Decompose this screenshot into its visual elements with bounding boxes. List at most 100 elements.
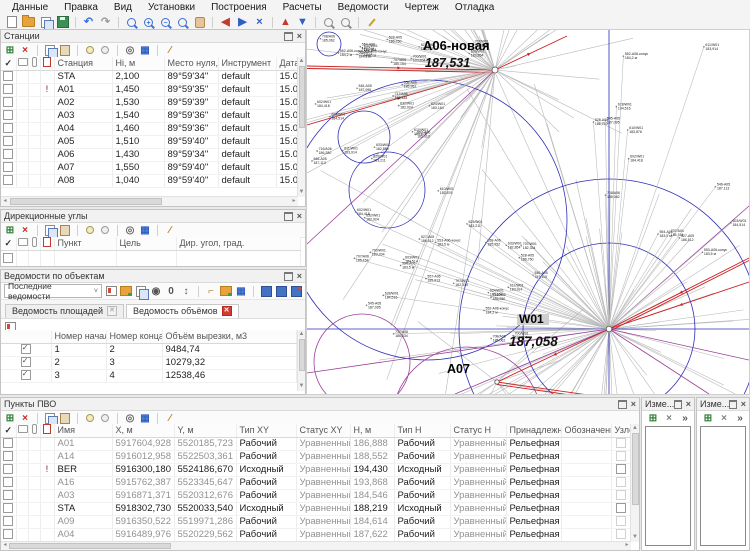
nodes-checkbox[interactable] (616, 477, 626, 487)
preview-icon[interactable]: ◎ (124, 412, 136, 424)
ved-copy-icon[interactable] (135, 285, 147, 297)
close-panel-button[interactable]: × (686, 400, 691, 409)
move-left-icon[interactable]: ◀ (218, 15, 233, 29)
table-row[interactable]: 3412538,46 (1, 369, 296, 382)
menu-4[interactable]: Установки (140, 2, 203, 13)
row-checkbox[interactable] (21, 357, 31, 367)
column-header-9[interactable]: Принадлежность (506, 424, 561, 437)
table-row[interactable]: A051,51089°59'40"default15.09 (1, 135, 298, 148)
row-checkbox[interactable] (3, 71, 13, 81)
row-checkbox[interactable] (3, 464, 13, 474)
bulb-off-icon[interactable] (99, 44, 111, 56)
column-header-1[interactable]: Станция (54, 57, 112, 70)
menu-7[interactable]: Ведомости (330, 2, 397, 13)
copy-icon[interactable] (44, 412, 56, 424)
delete-row-icon[interactable]: × (19, 224, 31, 236)
table-view-icon[interactable]: ▦ (139, 412, 151, 424)
close-panel-button[interactable]: × (741, 400, 746, 409)
menu-6[interactable]: Расчеты (275, 2, 330, 13)
paste-icon[interactable] (59, 44, 71, 56)
message-column-header[interactable] (40, 237, 54, 250)
table-row[interactable]: A035916871,3715520312,676РабочийУравненн… (1, 489, 631, 502)
column-header-1[interactable]: Имя (54, 424, 112, 437)
paste-icon[interactable] (59, 224, 71, 236)
float-panel-button[interactable] (284, 272, 293, 281)
copy-icon[interactable] (44, 224, 56, 236)
bulb-off-icon[interactable] (99, 224, 111, 236)
table-row[interactable]: A145916012,9585522503,361РабочийУравненн… (1, 450, 631, 463)
add-row-icon[interactable]: ⊞ (4, 412, 16, 424)
table-row[interactable]: A061,43089°59'34"default15.09 (1, 148, 298, 161)
save-all-icon[interactable] (290, 285, 302, 297)
stations-vscrollbar[interactable]: ▲▼ (297, 57, 305, 197)
check-column-header[interactable]: ✓ (1, 424, 16, 437)
column-header-11[interactable]: Узлов (611, 424, 631, 437)
menu-8[interactable]: Чертеж (397, 2, 447, 13)
message-column-header[interactable] (40, 424, 54, 437)
row-checkbox[interactable] (3, 529, 13, 539)
edit-brush-icon[interactable] (364, 15, 379, 29)
table-row[interactable]: !BER5916300,1805524186,670ИсходныйУравне… (1, 463, 631, 476)
row-checkbox[interactable] (3, 503, 13, 513)
column-header-4[interactable]: Тип XY (236, 424, 296, 437)
column-header-4[interactable]: Объём вырезки, м3 (162, 330, 296, 343)
nodes-checkbox[interactable] (616, 438, 626, 448)
column-header-10[interactable]: Обозначение (561, 424, 611, 437)
column-header-7[interactable]: Тип H (394, 424, 450, 437)
table-row[interactable]: A045916489,9765520229,562РабочийУравненн… (1, 528, 631, 541)
scale-up-icon[interactable]: ▲ (278, 15, 293, 29)
reports-vscrollbar[interactable]: ▲▼ (297, 330, 305, 391)
check-column-header[interactable]: ✓ (1, 57, 16, 70)
column-header-2[interactable]: Цель (116, 237, 176, 250)
float-panel-button[interactable] (284, 212, 293, 221)
tab-2[interactable]: Ведомость объёмов✕ (126, 304, 239, 318)
add-row-icon[interactable]: ⊞ (702, 412, 714, 424)
table-row[interactable]: !A011,45089°59'35"default15.09 (1, 83, 298, 96)
column-header-5[interactable]: Дата (276, 57, 298, 70)
table-row[interactable]: A015917604,9285520185,723РабочийУравненн… (1, 437, 631, 450)
table-row[interactable]: A031,54089°59'36"default15.09 (1, 109, 298, 122)
menu-5[interactable]: Построения (203, 2, 275, 13)
tree-icon[interactable]: ⌐ (205, 285, 217, 297)
row-checkbox[interactable] (3, 490, 13, 500)
scale-down-icon[interactable]: ▼ (295, 15, 310, 29)
nodes-checkbox[interactable] (616, 529, 626, 539)
float-panel-button[interactable] (674, 400, 681, 409)
column-header-3[interactable]: Y, м (174, 424, 236, 437)
bulb-on-icon[interactable] (84, 44, 96, 56)
zoom-all-icon[interactable] (175, 15, 190, 29)
delete-row-icon[interactable]: × (19, 44, 31, 56)
menu-2[interactable]: Правка (56, 2, 106, 13)
message-column-header[interactable] (40, 57, 54, 70)
import-file-icon[interactable] (38, 15, 53, 29)
row-checkbox[interactable] (3, 175, 13, 185)
table-view-icon[interactable]: ▦ (235, 285, 247, 297)
comment-column-header[interactable] (16, 57, 28, 70)
table-row[interactable]: STA2,10089°59'34"default15.09 (1, 70, 298, 83)
tab-1[interactable]: Ведомость площадей✕ (5, 304, 124, 318)
column-header-8[interactable]: Статус H (450, 424, 506, 437)
table-row[interactable]: A041,46089°59'36"default15.09 (1, 122, 298, 135)
search-zoom-icon[interactable] (321, 15, 336, 29)
column-header-3[interactable]: Место нуля, град (164, 57, 218, 70)
float-panel-button[interactable] (618, 400, 627, 409)
row-checkbox[interactable] (3, 123, 13, 133)
redo-icon[interactable]: ↷ (98, 15, 113, 29)
copy-icon[interactable] (44, 44, 56, 56)
nodes-checkbox[interactable] (616, 464, 626, 474)
delete-row-icon[interactable]: × (718, 412, 730, 424)
measurements-list[interactable] (700, 426, 746, 546)
search-icon[interactable]: ◉ (150, 285, 162, 297)
row-checkbox[interactable] (3, 136, 13, 146)
zero-icon[interactable]: 0 (165, 285, 177, 297)
attachment-column-header[interactable] (28, 237, 40, 250)
more-icon[interactable]: » (734, 412, 746, 424)
swap-icon[interactable]: ↕ (180, 285, 192, 297)
row-checkbox[interactable] (3, 84, 13, 94)
recent-reports-dropdown[interactable]: Последние ведомости ˅ (4, 284, 102, 298)
close-tab-icon[interactable]: ✕ (107, 306, 117, 316)
table-row[interactable]: STA5918302,7305520033,540ИсходныйУравнен… (1, 502, 631, 515)
new-file-icon[interactable] (4, 15, 19, 29)
zoom-frame-icon[interactable] (124, 15, 139, 29)
zoom-in-icon[interactable]: + (141, 15, 156, 29)
